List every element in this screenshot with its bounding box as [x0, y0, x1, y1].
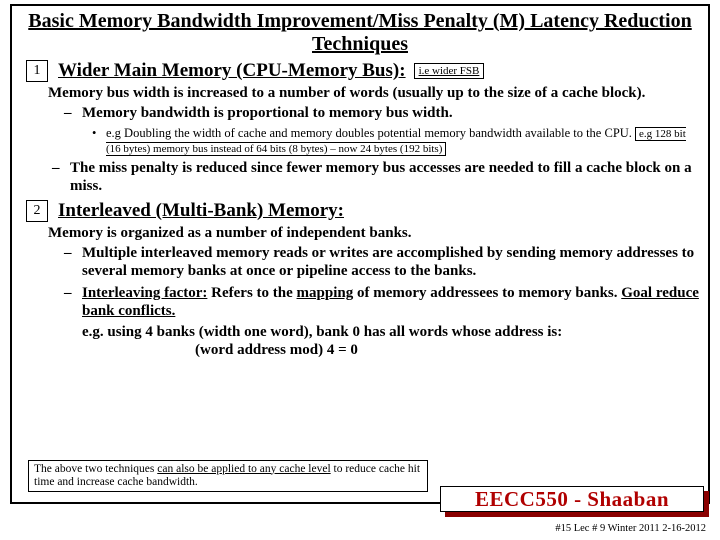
section-2-body: Memory is organized as a number of indep… — [48, 224, 700, 242]
section-1-sublist: e.g Doubling the width of cache and memo… — [92, 126, 700, 158]
mapping-word: mapping — [297, 285, 354, 301]
fsb-note-box: i.e wider FSB — [414, 63, 485, 79]
interleaving-factor-label: Interleaving factor: — [82, 285, 207, 301]
slide-meta: #15 Lec # 9 Winter 2011 2-16-2012 — [555, 523, 706, 534]
section-2-heading: Interleaved (Multi-Bank) Memory: — [58, 200, 344, 222]
section-1-row: 1 Wider Main Memory (CPU-Memory Bus): i.… — [20, 60, 700, 82]
sub-item-text: e.g Doubling the width of cache and memo… — [106, 126, 632, 140]
section-1-item-2: The miss penalty is reduced since fewer … — [52, 159, 700, 196]
section-1-number: 1 — [26, 60, 48, 82]
slide-title: Basic Memory Bandwidth Improvement/Miss … — [20, 10, 700, 56]
example-line-2: (word address mod) 4 = 0 — [195, 341, 700, 361]
section-1-heading: Wider Main Memory (CPU-Memory Bus): i.e … — [58, 60, 484, 82]
section-1-body: Memory bus width is increased to a numbe… — [48, 84, 700, 102]
course-badge: EECC550 - Shaaban — [440, 486, 710, 516]
section-1-list-2: The miss penalty is reduced since fewer … — [52, 159, 700, 196]
footnote-underline: can also be applied to any cache level — [157, 463, 330, 475]
section-2-row: 2 Interleaved (Multi-Bank) Memory: — [20, 200, 700, 222]
section-2-number: 2 — [26, 200, 48, 222]
footnote-box: The above two techniques can also be app… — [28, 460, 428, 492]
section-2-item-2: Interleaving factor: Refers to the mappi… — [64, 284, 700, 321]
d2d: of memory addressees to memory banks. — [353, 285, 621, 301]
section-2-item-1: Multiple interleaved memory reads or wri… — [64, 244, 700, 281]
section-2-list: Multiple interleaved memory reads or wri… — [64, 244, 700, 320]
section-1-sub-item: e.g Doubling the width of cache and memo… — [92, 126, 700, 158]
section-1-heading-text: Wider Main Memory (CPU-Memory Bus): — [58, 60, 406, 82]
section-1-item-1: Memory bandwidth is proportional to memo… — [64, 104, 700, 122]
footnote-a: The above two techniques — [34, 463, 157, 475]
section-2-heading-text: Interleaved (Multi-Bank) Memory: — [58, 200, 344, 222]
course-badge-text: EECC550 - Shaaban — [440, 486, 704, 512]
slide-frame: Basic Memory Bandwidth Improvement/Miss … — [10, 4, 710, 504]
d2b: Refers to the — [207, 285, 296, 301]
example-line-1: e.g. using 4 banks (width one word), ban… — [82, 323, 700, 341]
section-1-list: Memory bandwidth is proportional to memo… — [64, 104, 700, 122]
